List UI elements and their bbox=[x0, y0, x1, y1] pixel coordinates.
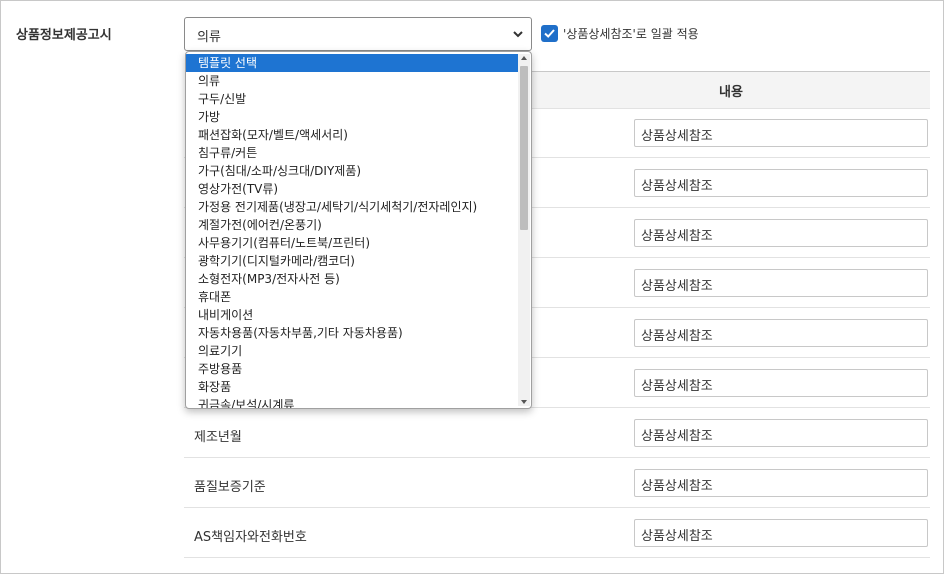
dropdown-option[interactable]: 패션잡화(모자/벨트/액세서리) bbox=[186, 126, 518, 144]
dropdown-option[interactable]: 구두/신발 bbox=[186, 90, 518, 108]
dropdown-option[interactable]: 의료기기 bbox=[186, 342, 518, 360]
dropdown-option[interactable]: 가구(침대/소파/싱크대/DIY제품) bbox=[186, 162, 518, 180]
content-input[interactable]: 상품상세참조 bbox=[634, 469, 928, 497]
table-header-content: 내용 bbox=[532, 72, 930, 109]
dropdown-option[interactable]: 내비게이션 bbox=[186, 306, 518, 324]
content-input-value: 상품상세참조 bbox=[641, 129, 713, 144]
dropdown-option[interactable]: 자동차용품(자동차부품,기타 자동차용품) bbox=[186, 324, 518, 342]
content-column-header: 내용 bbox=[719, 85, 743, 100]
dropdown-option[interactable]: 사무용기기(컴퓨터/노트북/프린터) bbox=[186, 234, 518, 252]
dropdown-option[interactable]: 침구류/커튼 bbox=[186, 144, 518, 162]
scrollbar-thumb[interactable] bbox=[520, 66, 528, 230]
template-select[interactable]: 의류 bbox=[184, 17, 532, 51]
scroll-down-arrow-icon[interactable] bbox=[521, 400, 527, 404]
chevron-down-icon bbox=[513, 31, 523, 38]
content-input-value: 상품상세참조 bbox=[641, 379, 713, 394]
content-input-value: 상품상세참조 bbox=[641, 179, 713, 194]
row-divider bbox=[184, 557, 930, 558]
dropdown-option[interactable]: 휴대폰 bbox=[186, 288, 518, 306]
apply-all-control[interactable]: '상품상세참조'로 일괄 적용 bbox=[541, 23, 699, 43]
table-row-label: AS책임자와전화번호 bbox=[194, 530, 307, 545]
content-input[interactable]: 상품상세참조 bbox=[634, 369, 928, 397]
apply-all-label: '상품상세참조'로 일괄 적용 bbox=[563, 26, 699, 41]
apply-all-checkbox[interactable] bbox=[541, 24, 558, 42]
dropdown-scrollbar[interactable] bbox=[518, 54, 530, 406]
dropdown-option[interactable]: 가방 bbox=[186, 108, 518, 126]
content-input-value: 상품상세참조 bbox=[641, 479, 713, 494]
dropdown-options: 템플릿 선택 의류 구두/신발 가방 패션잡화(모자/벨트/액세서리) 침구류/… bbox=[186, 54, 518, 408]
checkmark-icon bbox=[544, 28, 555, 38]
content-input[interactable]: 상품상세참조 bbox=[634, 519, 928, 547]
table-row-label: 품질보증기준 bbox=[194, 480, 266, 495]
row-divider bbox=[184, 457, 930, 458]
section-label: 상품정보제공고시 bbox=[16, 28, 112, 43]
content-input[interactable]: 상품상세참조 bbox=[634, 219, 928, 247]
content-input[interactable]: 상품상세참조 bbox=[634, 419, 928, 447]
content-input-value: 상품상세참조 bbox=[641, 429, 713, 444]
dropdown-option[interactable]: 템플릿 선택 bbox=[186, 54, 518, 72]
dropdown-option[interactable]: 의류 bbox=[186, 72, 518, 90]
row-divider bbox=[184, 507, 930, 508]
content-input[interactable]: 상품상세참조 bbox=[634, 119, 928, 147]
dropdown-option[interactable]: 가정용 전기제품(냉장고/세탁기/식기세척기/전자레인지) bbox=[186, 198, 518, 216]
table-row-label: 제조년월 bbox=[194, 430, 242, 445]
template-select-value: 의류 bbox=[197, 30, 221, 45]
content-input[interactable]: 상품상세참조 bbox=[634, 269, 928, 297]
content-input[interactable]: 상품상세참조 bbox=[634, 169, 928, 197]
content-input-value: 상품상세참조 bbox=[641, 279, 713, 294]
dropdown-option[interactable]: 영상가전(TV류) bbox=[186, 180, 518, 198]
template-dropdown-list[interactable]: 템플릿 선택 의류 구두/신발 가방 패션잡화(모자/벨트/액세서리) 침구류/… bbox=[185, 51, 532, 409]
content-input[interactable]: 상품상세참조 bbox=[634, 319, 928, 347]
dropdown-option[interactable]: 소형전자(MP3/전자사전 등) bbox=[186, 270, 518, 288]
scroll-up-arrow-icon[interactable] bbox=[521, 56, 527, 60]
dropdown-option[interactable]: 화장품 bbox=[186, 378, 518, 396]
dropdown-option[interactable]: 광학기기(디지털카메라/캠코더) bbox=[186, 252, 518, 270]
content-input-value: 상품상세참조 bbox=[641, 529, 713, 544]
content-input-value: 상품상세참조 bbox=[641, 229, 713, 244]
dropdown-option[interactable]: 주방용품 bbox=[186, 360, 518, 378]
content-input-value: 상품상세참조 bbox=[641, 329, 713, 344]
dropdown-option[interactable]: 계절가전(에어컨/온풍기) bbox=[186, 216, 518, 234]
dropdown-option[interactable]: 귀금속/보석/시계류 bbox=[186, 396, 518, 408]
